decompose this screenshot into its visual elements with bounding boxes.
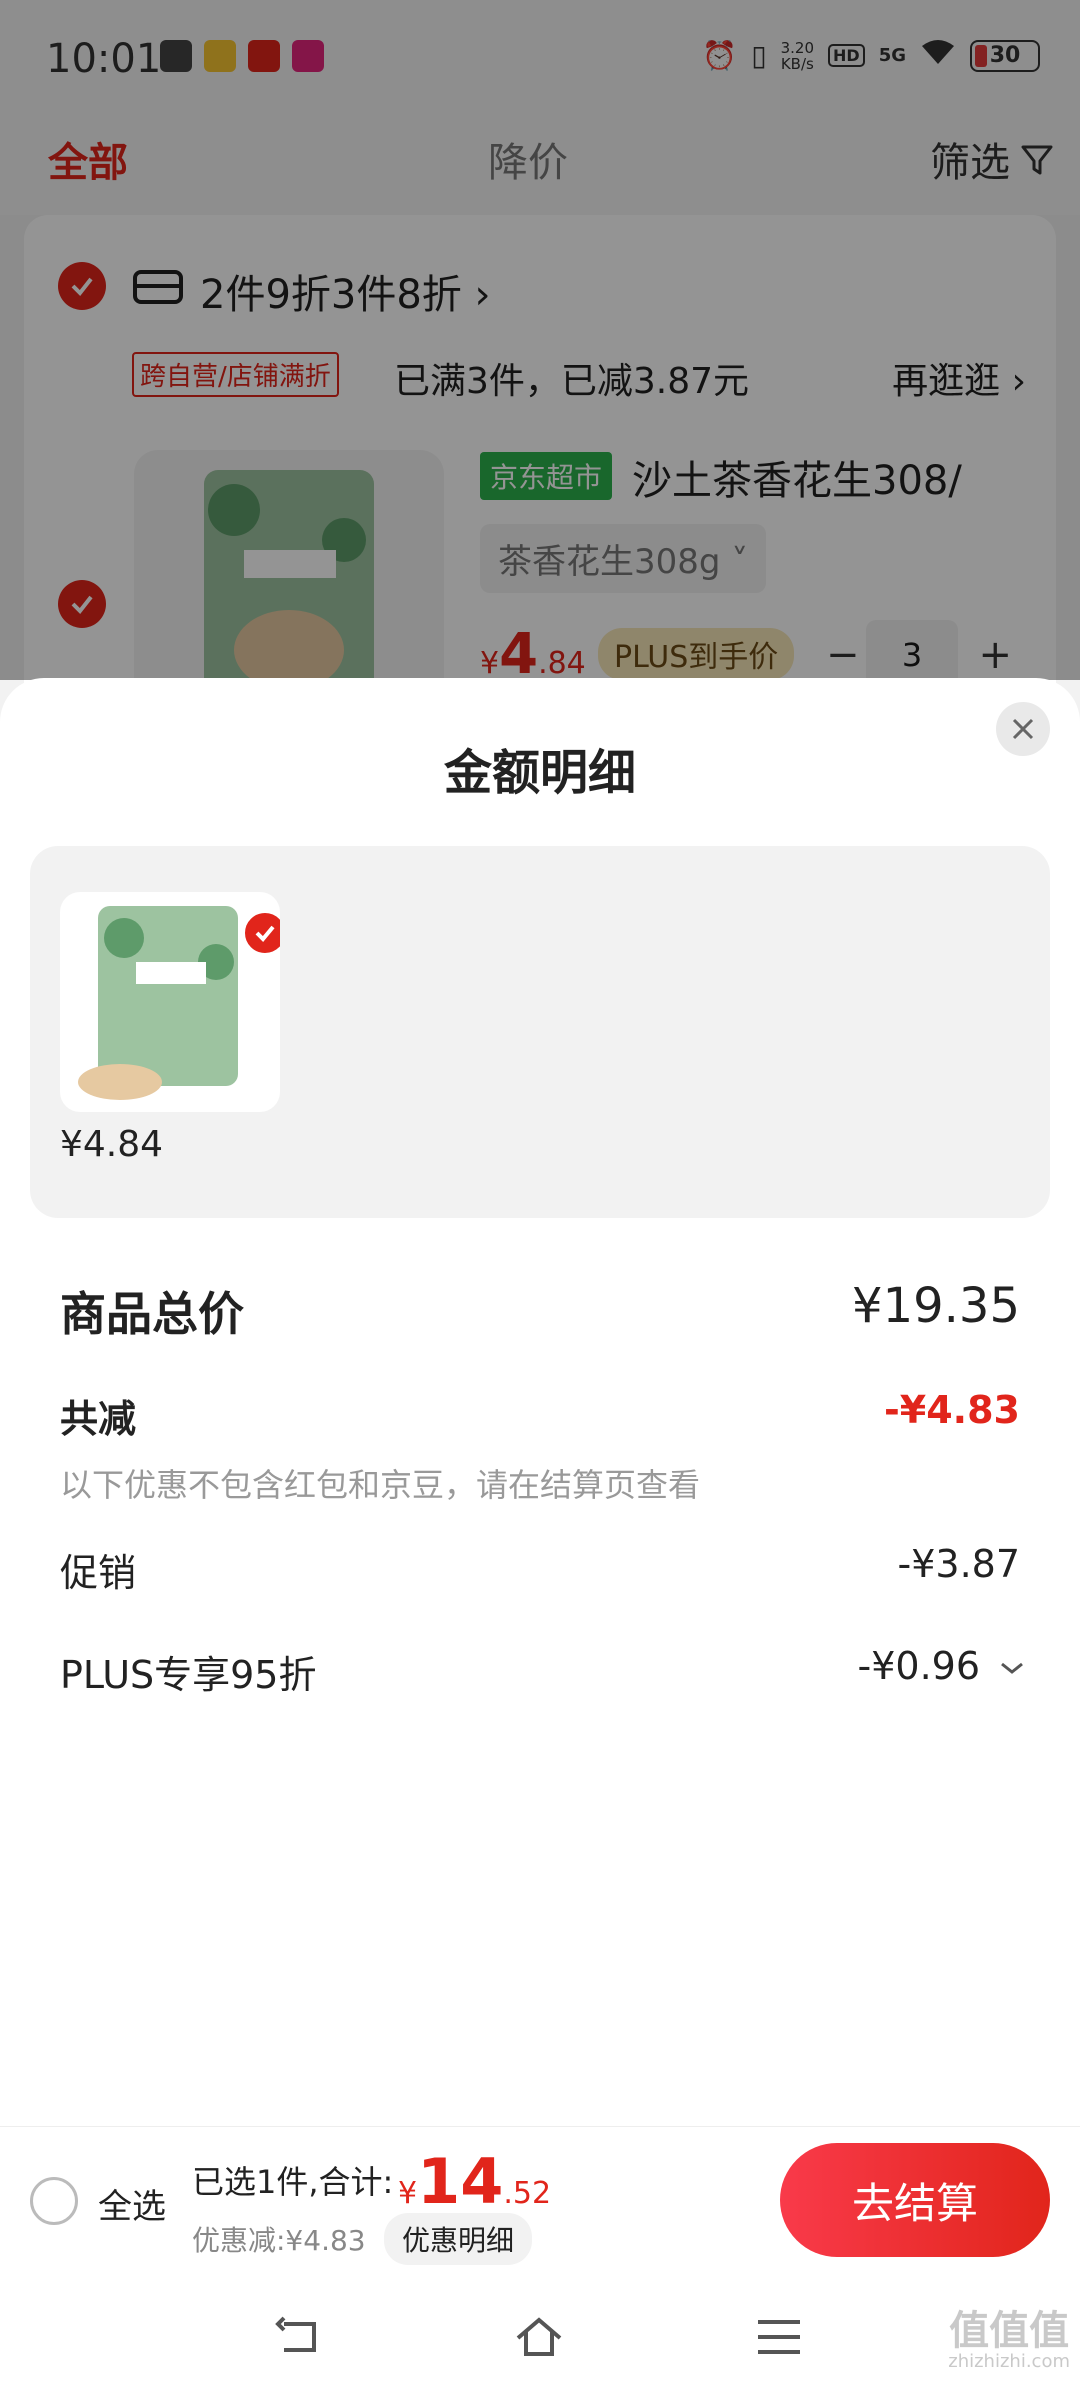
check-icon [255, 925, 275, 942]
price-symbol: ¥ [398, 2176, 418, 2211]
select-all-label[interactable]: 全选 [98, 2179, 166, 2228]
saved-amount: 优惠减:¥4.83 [192, 2224, 366, 2257]
total-price-value: ¥19.35 [852, 1278, 1020, 1334]
close-button[interactable] [996, 702, 1050, 756]
back-icon[interactable] [272, 2310, 326, 2364]
item-thumbnail[interactable] [60, 892, 280, 1112]
modal-overlay[interactable] [0, 0, 1080, 680]
home-icon[interactable] [512, 2310, 566, 2364]
select-all-radio[interactable] [30, 2177, 78, 2225]
chevron-down-icon[interactable] [996, 1652, 1028, 1684]
amount-detail-sheet: 金额明细 ¥4.84 商品总价 ¥19.35 共减 -¥4.83 以下优惠不包含… [0, 678, 1080, 2126]
total-payable: ¥14.52 [398, 2145, 551, 2218]
watermark: 值值值 zhizhizhi.com [948, 2310, 1070, 2372]
discount-value: -¥4.83 [884, 1388, 1020, 1432]
total-price-label: 商品总价 [60, 1287, 244, 1341]
selection-summary: 已选1件,合计: [192, 2163, 394, 2201]
menu-icon[interactable] [752, 2310, 806, 2364]
promotion-value: -¥3.87 [897, 1542, 1021, 1586]
sheet-title: 金额明细 [443, 745, 636, 801]
close-icon [1012, 718, 1034, 740]
discount-note-text: 以下优惠不包含红包和京豆，请在结算页查看 [60, 1466, 701, 1504]
price-int: 14 [417, 2145, 504, 2218]
system-nav-bar [0, 2274, 1080, 2400]
discount-detail-button[interactable]: 优惠明细 [384, 2213, 533, 2265]
checkout-bar: 全选 已选1件,合计: ¥14.52 优惠减:¥4.83 优惠明细 去结算 [0, 2126, 1080, 2274]
plus-discount-label: PLUS专享95折 [60, 1653, 317, 1697]
plus-discount-value: -¥0.96 [857, 1644, 981, 1688]
price-decimal: .52 [503, 2176, 552, 2211]
discount-label: 共减 [60, 1397, 137, 1441]
watermark-text: 值值值 [949, 2308, 1070, 2354]
thumb-price: ¥4.84 [60, 1124, 164, 1165]
selected-items-panel: ¥4.84 [30, 846, 1050, 1218]
checkout-button[interactable]: 去结算 [780, 2143, 1050, 2257]
watermark-site: zhizhizhi.com [948, 2351, 1070, 2372]
promotion-label: 促销 [60, 1551, 137, 1595]
thumb-check [242, 910, 280, 956]
